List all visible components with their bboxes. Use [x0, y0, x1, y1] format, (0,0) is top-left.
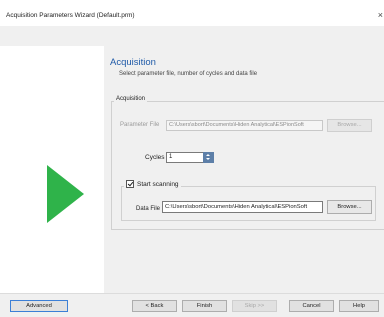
back-button[interactable]: < Back: [132, 300, 177, 312]
spin-down-icon[interactable]: [206, 158, 210, 160]
cycles-label: Cycles: [145, 154, 165, 161]
close-icon[interactable]: ×: [378, 10, 383, 20]
data-file-input[interactable]: C:\Users\sbort\Documents\Hiden Analytica…: [162, 201, 323, 213]
skip-button[interactable]: Skip >>: [232, 300, 277, 312]
start-scanning-label[interactable]: Start scanning: [137, 181, 179, 188]
play-icon: [47, 165, 84, 223]
cancel-button[interactable]: Cancel: [289, 300, 334, 312]
window-title: Acquisition Parameters Wizard (Default.p…: [6, 12, 135, 19]
acquisition-group-legend: Acquisition: [114, 96, 148, 102]
finish-button[interactable]: Finish: [182, 300, 227, 312]
title-bar: Acquisition Parameters Wizard (Default.p…: [0, 0, 384, 26]
checkbox-icon[interactable]: [126, 180, 134, 188]
cycles-spinner[interactable]: [203, 152, 214, 163]
page-title: Acquisition: [110, 57, 156, 68]
header-strip: [0, 26, 384, 46]
page-subtitle: Select parameter file, number of cycles …: [119, 71, 258, 77]
advanced-button[interactable]: Advanced: [10, 300, 68, 312]
parameter-file-input[interactable]: C:\Users\sbort\Documents\Hiden Analytica…: [166, 120, 323, 131]
parameter-file-browse-button[interactable]: Browse...: [327, 119, 372, 132]
data-file-label: Data File: [136, 206, 161, 212]
help-button[interactable]: Help: [339, 300, 379, 312]
start-scanning-legend[interactable]: Start scanning: [124, 180, 181, 188]
data-file-browse-button[interactable]: Browse...: [327, 200, 372, 214]
parameter-file-label: Parameter File: [120, 122, 160, 128]
spin-up-icon[interactable]: [206, 154, 210, 156]
